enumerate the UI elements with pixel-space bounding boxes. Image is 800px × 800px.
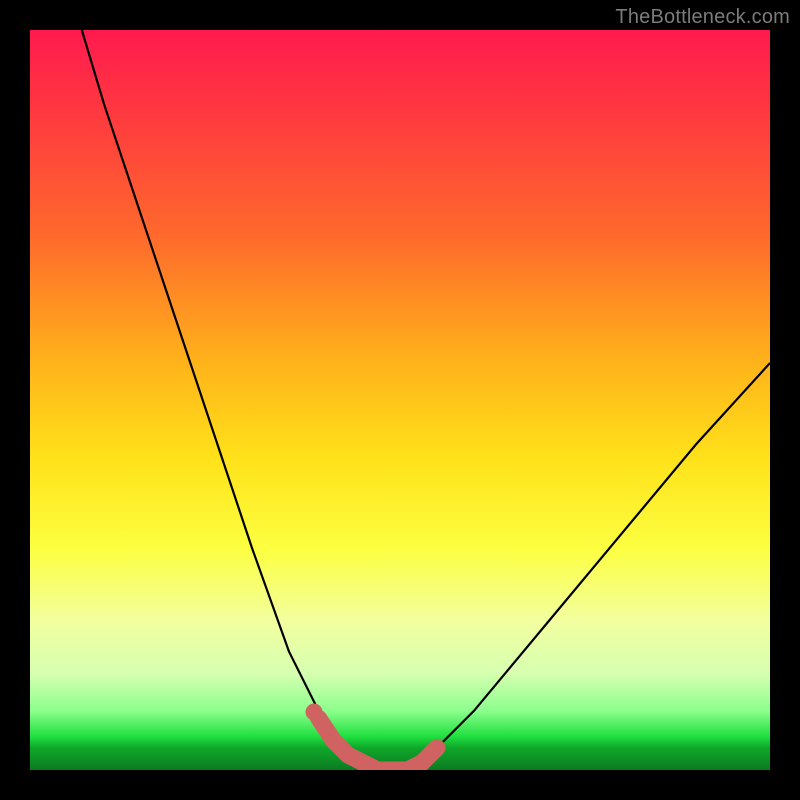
watermark-text: TheBottleneck.com — [615, 6, 790, 29]
curve-layer — [30, 30, 770, 770]
bottleneck-curve — [82, 30, 770, 770]
plot-area — [30, 30, 770, 770]
chart-frame: TheBottleneck.com — [0, 0, 800, 800]
trough-marker-dot — [306, 704, 323, 721]
trough-marker — [319, 718, 437, 770]
